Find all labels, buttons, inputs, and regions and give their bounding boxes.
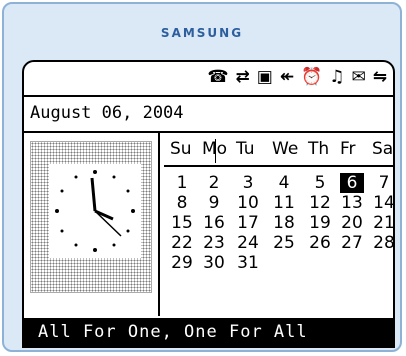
status-bar: ☎ ⇄ ▣ ↞ ⏰ ♫ ✉ ⇋ bbox=[24, 62, 393, 97]
calendar-day[interactable]: 3 bbox=[236, 173, 260, 193]
calendar-day[interactable]: 22 bbox=[170, 233, 194, 253]
network-icon: ⇋ bbox=[372, 67, 387, 87]
calendar-day[interactable]: 20 bbox=[340, 213, 364, 233]
calendar-day[interactable]: 29 bbox=[170, 253, 194, 273]
brand-logo: SAMSUNG bbox=[160, 26, 244, 40]
calendar-day[interactable]: 10 bbox=[236, 193, 260, 213]
footer-text: All For One, One For All bbox=[38, 322, 308, 342]
calendar-day[interactable]: 9 bbox=[202, 193, 226, 213]
calendar-day-selected[interactable]: 6 bbox=[340, 173, 364, 193]
clock-background bbox=[30, 141, 152, 293]
clock-face-icon bbox=[55, 170, 135, 252]
calendar-day[interactable]: 8 bbox=[170, 193, 194, 213]
weekday-mo: Mo bbox=[202, 139, 228, 159]
calendar-day[interactable]: 11 bbox=[272, 193, 296, 213]
analog-clock bbox=[49, 164, 141, 258]
calendar-grid: Su Mo Tu We Th Fr Sa 1 2 3 4 5 6 7 8 9 10 11 12 13 14 15 16 17 1… bbox=[164, 133, 393, 316]
calendar-day[interactable]: 23 bbox=[202, 233, 226, 253]
calendar-day[interactable]: 18 bbox=[272, 213, 296, 233]
sync-icon: ⇄ bbox=[235, 67, 250, 87]
calendar-day[interactable]: 13 bbox=[340, 193, 364, 213]
alarm-off-icon: ⏰ bbox=[301, 67, 323, 87]
date-row: August 06, 2004 bbox=[24, 97, 393, 133]
calendar-day[interactable]: 2 bbox=[202, 173, 226, 193]
calendar-day[interactable]: 31 bbox=[236, 253, 260, 273]
calendar-day[interactable]: 16 bbox=[202, 213, 226, 233]
weekday-tu: Tu bbox=[236, 139, 255, 159]
footer-banner: All For One, One For All bbox=[24, 318, 393, 346]
call-back-icon: ↞ bbox=[279, 67, 295, 87]
calendar-day[interactable]: 24 bbox=[236, 233, 260, 253]
weekday-we: We bbox=[272, 139, 299, 159]
weekday-su: Su bbox=[170, 139, 192, 159]
weekday-sa: Sa bbox=[372, 139, 394, 159]
calendar-day[interactable]: 28 bbox=[372, 233, 393, 253]
calendar-day[interactable]: 4 bbox=[272, 173, 296, 193]
clock-pane bbox=[24, 133, 160, 316]
calendar-day[interactable]: 25 bbox=[272, 233, 296, 253]
calendar-day[interactable]: 5 bbox=[308, 173, 332, 193]
calendar-day[interactable]: 17 bbox=[236, 213, 260, 233]
status-icons: ☎ ⇄ ▣ ↞ ⏰ ♫ ✉ ⇋ bbox=[207, 67, 387, 87]
phone-screen: ☎ ⇄ ▣ ↞ ⏰ ♫ ✉ ⇋ August 06, 2004 Su Mo Tu… bbox=[22, 60, 395, 348]
screen-icon: ▣ bbox=[256, 67, 273, 87]
calendar-day[interactable]: 12 bbox=[308, 193, 332, 213]
calendar-day[interactable]: 15 bbox=[170, 213, 194, 233]
calendar-day[interactable]: 1 bbox=[170, 173, 194, 193]
calendar-day[interactable]: 21 bbox=[372, 213, 393, 233]
bell-icon: ♫ bbox=[329, 67, 345, 87]
calendar-day[interactable]: 26 bbox=[308, 233, 332, 253]
weekday-fr: Fr bbox=[340, 139, 356, 159]
mail-icon: ✉ bbox=[351, 67, 366, 87]
calendar-day[interactable]: 19 bbox=[308, 213, 332, 233]
calendar-day[interactable]: 27 bbox=[340, 233, 364, 253]
calendar-day[interactable]: 14 bbox=[372, 193, 393, 213]
phone-icon: ☎ bbox=[207, 67, 229, 87]
calendar-day[interactable]: 30 bbox=[202, 253, 226, 273]
calendar-day[interactable]: 7 bbox=[372, 173, 393, 193]
date-label: August 06, 2004 bbox=[30, 103, 184, 123]
calendar-header-rule bbox=[164, 165, 393, 167]
phone-frame: SAMSUNG ☎ ⇄ ▣ ↞ ⏰ ♫ ✉ ⇋ August 06, 2004 bbox=[2, 2, 402, 352]
weekday-th: Th bbox=[308, 139, 330, 159]
